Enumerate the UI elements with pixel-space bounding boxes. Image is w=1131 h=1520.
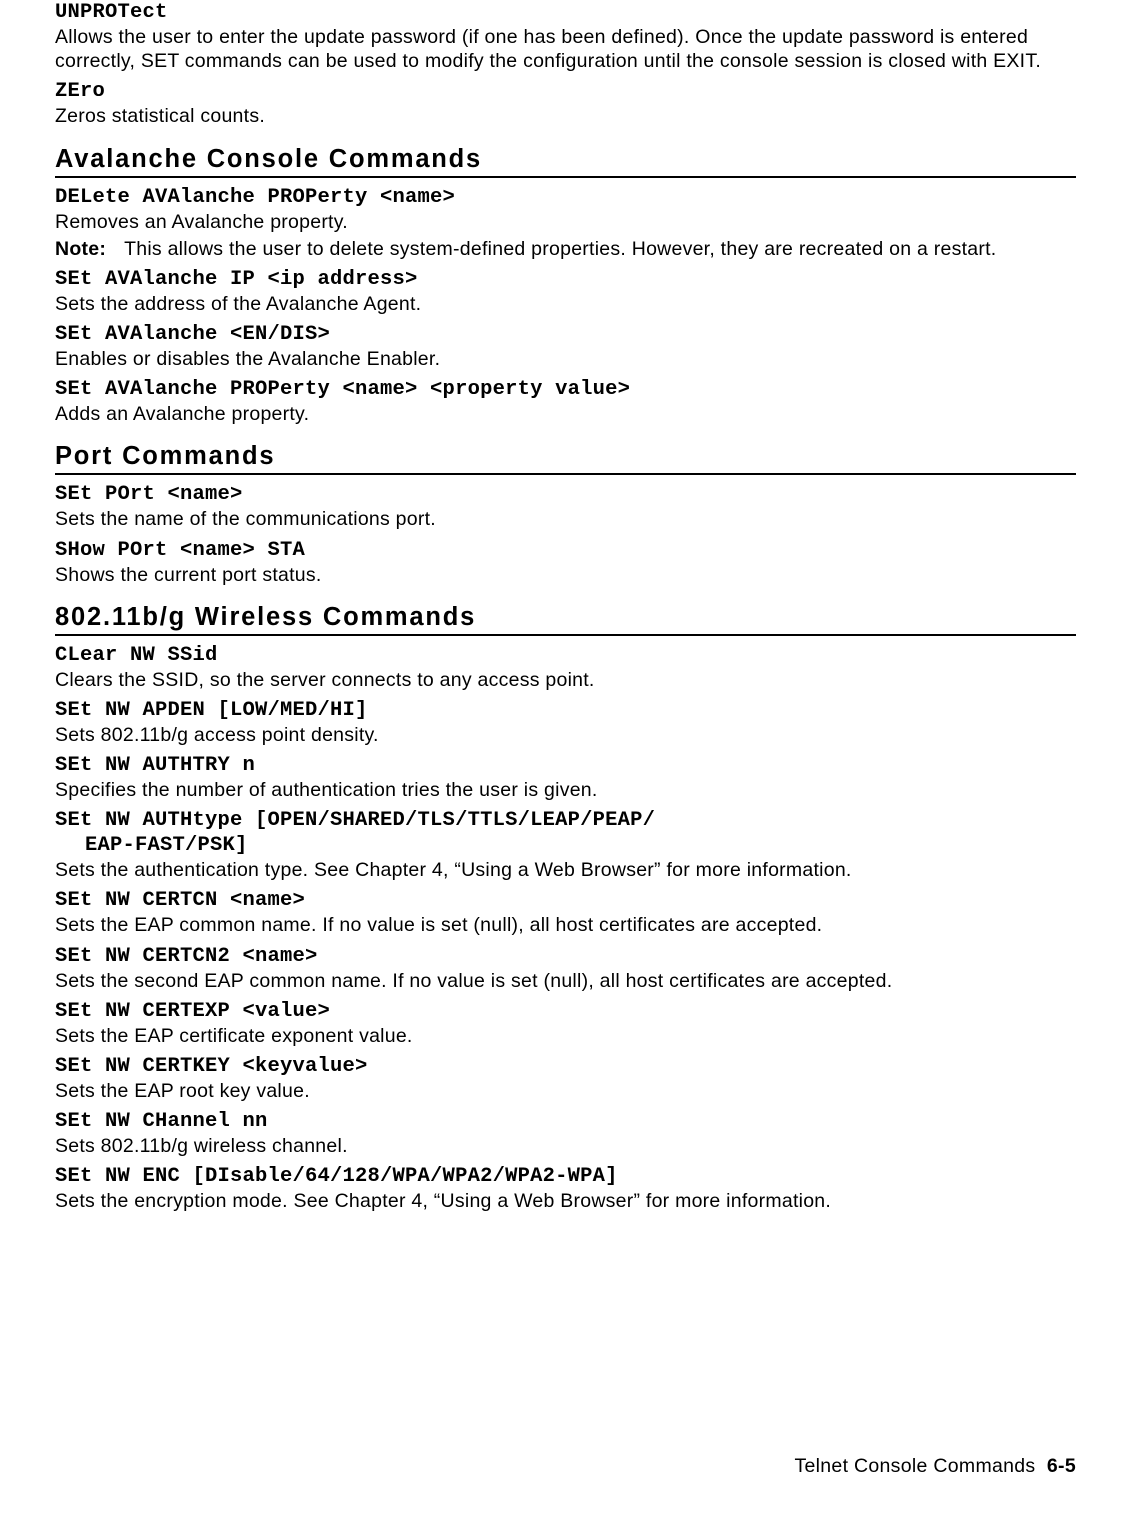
desc-certcn2: Sets the second EAP common name. If no v… [55,969,1076,993]
cmd-authtype-line1: SEt NW AUTHtype [OPEN/SHARED/TLS/TTLS/LE… [55,808,1076,833]
cmd-channel: SEt NW CHannel nn [55,1109,1076,1134]
desc-authtype: Sets the authentication type. See Chapte… [55,858,1076,882]
desc-avalanche-ip: Sets the address of the Avalanche Agent. [55,292,1076,316]
desc-avalanche-prop: Adds an Avalanche property. [55,402,1076,426]
cmd-clear-ssid: CLear NW SSid [55,643,1076,668]
desc-clear-ssid: Clears the SSID, so the server connects … [55,668,1076,692]
cmd-certcn: SEt NW CERTCN <name> [55,888,1076,913]
cmd-show-port: SHow POrt <name> STA [55,538,1076,563]
cmd-authtype-line2: EAP-FAST/PSK] [85,833,1076,858]
desc-delete-avalanche: Removes an Avalanche property. [55,210,1076,234]
desc-enc: Sets the encryption mode. See Chapter 4,… [55,1189,1076,1213]
cmd-unprotect: UNPROTect [55,0,1076,25]
desc-certexp: Sets the EAP certificate exponent value. [55,1024,1076,1048]
heading-avalanche: Avalanche Console Commands [55,145,1076,178]
desc-show-port: Shows the current port status. [55,563,1076,587]
desc-unprotect: Allows the user to enter the update pass… [55,25,1076,73]
note-body: This allows the user to delete system-de… [124,237,1076,261]
footer-text: Telnet Console Commands [794,1455,1035,1477]
note-label: Note: [55,237,106,261]
cmd-apden: SEt NW APDEN [LOW/MED/HI] [55,698,1076,723]
heading-port: Port Commands [55,442,1076,475]
page: UNPROTect Allows the user to enter the u… [0,0,1131,1520]
cmd-certkey: SEt NW CERTKEY <keyvalue> [55,1054,1076,1079]
cmd-certexp: SEt NW CERTEXP <value> [55,999,1076,1024]
desc-channel: Sets 802.11b/g wireless channel. [55,1134,1076,1158]
cmd-set-port: SEt POrt <name> [55,482,1076,507]
desc-certkey: Sets the EAP root key value. [55,1079,1076,1103]
cmd-delete-avalanche: DELete AVAlanche PROPerty <name> [55,185,1076,210]
desc-authtry: Specifies the number of authentication t… [55,778,1076,802]
footer-page-number: 6-5 [1047,1455,1076,1477]
note-delete-avalanche: Note: This allows the user to delete sys… [55,237,1076,261]
desc-set-port: Sets the name of the communications port… [55,507,1076,531]
page-footer: Telnet Console Commands 6-5 [794,1455,1076,1478]
desc-zero: Zeros statistical counts. [55,104,1076,128]
cmd-enc: SEt NW ENC [DIsable/64/128/WPA/WPA2/WPA2… [55,1164,1076,1189]
heading-wireless: 802.11b/g Wireless Commands [55,603,1076,636]
desc-certcn: Sets the EAP common name. If no value is… [55,913,1076,937]
cmd-authtry: SEt NW AUTHTRY n [55,753,1076,778]
cmd-avalanche-prop: SEt AVAlanche PROPerty <name> <property … [55,377,1076,402]
desc-avalanche-endis: Enables or disables the Avalanche Enable… [55,347,1076,371]
cmd-certcn2: SEt NW CERTCN2 <name> [55,944,1076,969]
cmd-avalanche-endis: SEt AVAlanche <EN/DIS> [55,322,1076,347]
cmd-avalanche-ip: SEt AVAlanche IP <ip address> [55,267,1076,292]
cmd-zero: ZEro [55,79,1076,104]
desc-apden: Sets 802.11b/g access point density. [55,723,1076,747]
